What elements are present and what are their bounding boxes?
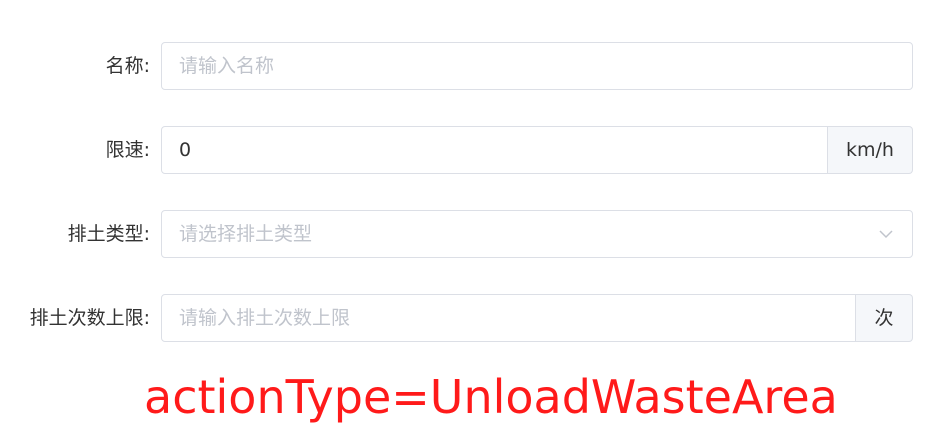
name-control: 请输入名称	[161, 42, 913, 90]
dump-count-limit-input[interactable]: 请输入排土次数上限	[161, 294, 856, 342]
form-row-dump-count-limit: 排土次数上限: 请输入排土次数上限 次	[0, 294, 949, 342]
dump-type-select[interactable]: 请选择排土类型	[161, 210, 913, 258]
speed-limit-input[interactable]: 0	[161, 126, 828, 174]
dump-count-limit-control: 请输入排土次数上限 次	[161, 294, 913, 342]
chevron-down-icon[interactable]	[878, 227, 894, 241]
speed-limit-unit: km/h	[828, 126, 913, 174]
action-type-annotation: actionType=UnloadWasteArea	[144, 370, 838, 424]
form-row-name: 名称: 请输入名称	[0, 42, 949, 90]
dump-type-control: 请选择排土类型	[161, 210, 913, 258]
speed-limit-label: 限速:	[105, 139, 150, 161]
waste-area-form: 名称: 请输入名称 限速: 0 km/h 排土类型: 请选择排土类型 排土次数上…	[0, 0, 949, 441]
dump-count-limit-label: 排土次数上限:	[29, 307, 150, 329]
name-input[interactable]: 请输入名称	[161, 42, 913, 90]
dump-type-label: 排土类型:	[67, 223, 150, 245]
form-row-speed-limit: 限速: 0 km/h	[0, 126, 949, 174]
form-row-dump-type: 排土类型: 请选择排土类型	[0, 210, 949, 258]
name-label: 名称:	[105, 55, 150, 77]
dump-count-limit-unit: 次	[856, 294, 913, 342]
dump-type-placeholder: 请选择排土类型	[179, 223, 313, 245]
speed-limit-control: 0 km/h	[161, 126, 913, 174]
